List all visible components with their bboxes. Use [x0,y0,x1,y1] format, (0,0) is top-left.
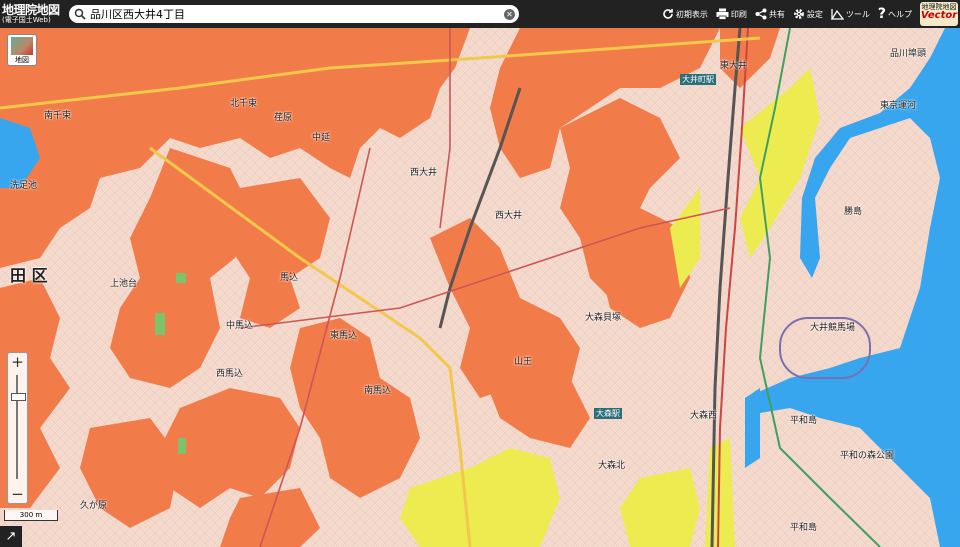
label-higashi-magome: 東馬込 [330,331,358,341]
label-heiwajima-2: 平和島 [790,523,818,533]
label-tokyo-unga: 東京運河 [880,101,917,111]
map-canvas[interactable]: 田 区 西大井 西大井 中延 荏原 東大井 大井町駅 大森貝塚 大森北 大森駅 … [0,28,960,547]
label-senzokuike: 洗足池 [10,181,38,191]
app-logo[interactable]: 地理院地図 (電子国土Web) [0,4,66,24]
label-kita-senzoku: 北千束 [230,99,258,109]
reset-view-button[interactable]: 初期表示 [662,8,708,20]
label-oimachi-station: 大井町駅 [680,74,716,85]
label-omorikita: 大森北 [598,461,626,471]
share-label: 共有 [768,9,785,19]
expand-icon[interactable]: ↗ [0,526,22,547]
zoom-out-button[interactable]: − [8,485,27,503]
layer-button-label: 地図 [15,56,29,64]
label-heiwanomori: 平和の森公園 [840,451,895,461]
top-bar: 地理院地図 (電子国土Web) ✕ 初期表示 印刷 共有 設定 ツール [0,0,960,28]
label-magome: 馬込 [280,273,299,283]
logo-subtitle: (電子国土Web) [2,16,51,24]
clear-icon[interactable]: ✕ [504,8,515,20]
layer-thumbnail [11,37,33,55]
share-icon [755,8,767,20]
label-minamisenzoku: 南千束 [44,111,72,121]
label-oi-keibajo: 大井競馬場 [810,323,856,333]
label-shinagawa-yako: 品川埠頭 [890,49,927,59]
label-nakanobu: 中延 [312,133,331,143]
zoom-in-button[interactable]: + [8,353,27,371]
settings-label: 設定 [806,9,823,19]
vector-map-button[interactable]: 地理院地図 Vector [920,2,958,26]
settings-button[interactable]: 設定 [793,8,823,20]
label-nishimagome: 西馬込 [216,369,244,379]
label-omori-kaizuka: 大森貝塚 [585,313,622,323]
zoom-slider-handle[interactable] [11,393,26,401]
search-input[interactable] [88,6,504,22]
help-label: ヘルプ [888,9,912,19]
label-higashioi: 東大井 [720,61,748,71]
toolbar: 初期表示 印刷 共有 設定 ツール ? ヘルプ 地理院地図 Vector [662,0,960,28]
zoom-control: + − [7,352,28,504]
map-shapes [0,28,960,547]
refresh-icon [663,9,673,19]
print-label: 印刷 [730,9,747,19]
search-icon[interactable] [72,6,88,22]
reset-view-label: 初期表示 [675,9,708,19]
print-button[interactable]: 印刷 [716,8,747,20]
share-button[interactable]: 共有 [755,8,785,20]
label-ebara: 荏原 [274,113,293,123]
ward-label: 田 区 [10,266,48,285]
scale-bar: 300 m [4,510,58,521]
help-icon: ? [877,6,886,22]
print-icon [716,8,729,20]
measure-icon [830,9,844,20]
label-sanno: 山王 [514,357,533,367]
layer-select-button[interactable]: 地図 [7,34,37,66]
label-kugahara: 久が原 [80,501,108,511]
zoom-slider-track[interactable] [16,375,18,479]
search-box: ✕ [69,5,519,23]
label-heiwajima: 平和島 [790,416,818,426]
label-nishioi-1: 西大井 [410,168,438,178]
tools-button[interactable]: ツール [830,8,870,20]
tools-label: ツール [845,9,870,19]
label-kamiikedai: 上池台 [110,279,138,289]
gear-icon [793,9,804,19]
label-nakamagome: 中馬込 [226,321,254,331]
label-omori-nishi: 大森西 [690,411,718,421]
label-nishioi-2: 西大井 [495,211,523,221]
logo-title: 地理院地図 [2,3,60,17]
label-minamimagome: 南馬込 [364,386,392,396]
label-omori-station: 大森駅 [594,408,622,419]
vector-bottom-label: Vector [920,10,958,21]
help-button[interactable]: ? ヘルプ [878,6,912,22]
label-katsushima: 勝島 [844,207,863,217]
